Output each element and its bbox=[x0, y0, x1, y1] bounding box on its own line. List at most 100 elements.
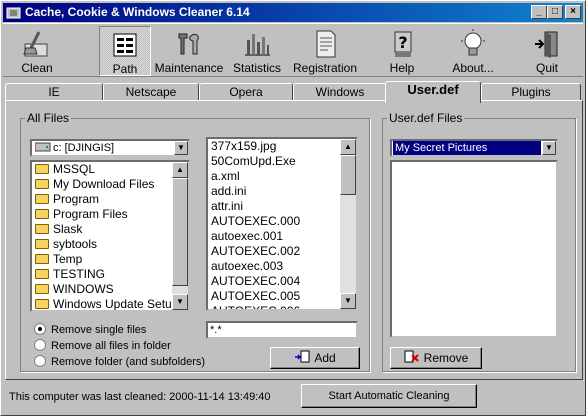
statistics-button[interactable]: Statistics bbox=[229, 26, 285, 76]
userdef-panel: All Files c: [DJINGIS] ▼ MSSQL My Downloa… bbox=[5, 100, 583, 380]
scroll-down-icon[interactable]: ▼ bbox=[172, 294, 188, 310]
window-title: Cache, Cookie & Windows Cleaner 6.14 bbox=[25, 5, 250, 19]
scroll-up-icon[interactable]: ▲ bbox=[340, 139, 356, 155]
file-scrollbar[interactable]: ▲ ▼ bbox=[340, 139, 356, 309]
minimize-button[interactable]: _ bbox=[531, 5, 547, 19]
help-button[interactable]: ? Help bbox=[377, 26, 427, 76]
radio-icon[interactable] bbox=[34, 339, 46, 351]
folder-icon bbox=[35, 224, 49, 234]
path-label: Path bbox=[112, 62, 138, 76]
userdef-select[interactable]: My Secret Pictures ▼ bbox=[390, 139, 558, 157]
userdef-selected: My Secret Pictures bbox=[393, 141, 541, 155]
about-button[interactable]: About... bbox=[443, 26, 503, 76]
scroll-up-icon[interactable]: ▲ bbox=[172, 162, 188, 178]
maximize-button[interactable]: □ bbox=[547, 5, 563, 19]
folder-icon bbox=[35, 299, 49, 309]
bar-chart-icon bbox=[245, 34, 270, 56]
exit-door-icon bbox=[535, 31, 558, 58]
folder-icon bbox=[35, 209, 49, 219]
maintenance-label: Maintenance bbox=[154, 61, 224, 75]
option-label: Remove folder (and subfolders) bbox=[51, 356, 206, 368]
folder-list-item[interactable]: Temp bbox=[32, 252, 188, 267]
radio-icon[interactable] bbox=[34, 355, 46, 367]
tab-plugins[interactable]: Plugins bbox=[481, 83, 581, 101]
folder-list[interactable]: MSSQL My Download Files Program Program Fil… bbox=[30, 160, 190, 312]
file-list-item[interactable]: add.ini bbox=[208, 184, 356, 199]
file-list-item[interactable]: autoexec.003 bbox=[208, 259, 356, 274]
tab-ie[interactable]: IE bbox=[5, 83, 103, 101]
option-label: Remove all files in folder bbox=[51, 340, 171, 352]
folder-list-item[interactable]: Program bbox=[32, 192, 188, 207]
maintenance-button[interactable]: Maintenance bbox=[153, 26, 225, 76]
file-list[interactable]: 377x159.jpg 50ComUpd.Exe a.xml add.ini attr.… bbox=[206, 137, 358, 311]
folder-scrollbar[interactable]: ▲ ▼ bbox=[172, 162, 188, 310]
folder-name: TESTING bbox=[53, 267, 106, 281]
drive-icon bbox=[34, 142, 51, 152]
option-remove-all-in-folder[interactable]: Remove all files in folder bbox=[34, 339, 171, 354]
title-bar[interactable]: Cache, Cookie & Windows Cleaner 6.14 _ □… bbox=[3, 3, 583, 22]
chevron-down-icon[interactable]: ▼ bbox=[542, 141, 556, 155]
folder-name: Slask bbox=[53, 222, 83, 236]
folder-list-item[interactable]: Program Files bbox=[32, 207, 188, 222]
folder-list-item[interactable]: Windows Update Setup bbox=[32, 297, 188, 310]
userdef-files-title: User.def Files bbox=[387, 111, 465, 125]
path-grid-icon bbox=[113, 33, 137, 57]
tools-icon bbox=[178, 33, 199, 55]
file-list-item[interactable]: AUTOEXEC.004 bbox=[208, 274, 356, 289]
remove-button[interactable]: Remove bbox=[390, 347, 482, 369]
folder-list-item[interactable]: WINDOWS bbox=[32, 282, 188, 297]
option-remove-single[interactable]: Remove single files bbox=[34, 323, 146, 338]
drive-value: c: [DJINGIS] bbox=[34, 142, 114, 154]
radio-icon[interactable] bbox=[34, 323, 46, 335]
folder-list-item[interactable]: TESTING bbox=[32, 267, 188, 282]
option-remove-folder[interactable]: Remove folder (and subfolders) bbox=[34, 355, 205, 370]
file-list-item[interactable]: attr.ini bbox=[208, 199, 356, 214]
file-list-item[interactable]: AUTOEXEC.000 bbox=[208, 214, 356, 229]
drive-select[interactable]: c: [DJINGIS] ▼ bbox=[30, 139, 190, 157]
userdef-file-list[interactable] bbox=[390, 160, 558, 338]
remove-label: Remove bbox=[423, 351, 469, 365]
tab-netscape[interactable]: Netscape bbox=[103, 83, 199, 101]
folder-name: My Download Files bbox=[53, 177, 155, 191]
quit-button[interactable]: Quit bbox=[521, 26, 573, 76]
file-list-item[interactable]: AUTOEXEC.006 bbox=[208, 304, 356, 309]
status-bar: This computer was last cleaned: 2000-11-… bbox=[5, 384, 583, 408]
folder-list-item[interactable]: MSSQL bbox=[32, 162, 188, 177]
registration-label: Registration bbox=[292, 61, 358, 75]
file-list-item[interactable]: 50ComUpd.Exe bbox=[208, 154, 356, 169]
tab-opera[interactable]: Opera bbox=[199, 83, 293, 101]
chevron-down-icon[interactable]: ▼ bbox=[174, 141, 188, 155]
broom-icon bbox=[23, 31, 48, 57]
file-list-item[interactable]: autoexec.001 bbox=[208, 229, 356, 244]
folder-name: sybtools bbox=[53, 237, 98, 251]
folder-icon bbox=[35, 254, 49, 264]
lightbulb-icon bbox=[461, 29, 485, 56]
clean-button[interactable]: Clean bbox=[9, 26, 65, 76]
tab-windows[interactable]: Windows bbox=[293, 83, 387, 101]
path-button[interactable]: Path bbox=[99, 26, 151, 76]
start-automatic-cleaning-button[interactable]: Start Automatic Cleaning bbox=[301, 384, 477, 408]
folder-name: MSSQL bbox=[53, 162, 96, 176]
file-list-item[interactable]: a.xml bbox=[208, 169, 356, 184]
scroll-thumb[interactable] bbox=[172, 178, 188, 286]
file-list-item[interactable]: AUTOEXEC.005 bbox=[208, 289, 356, 304]
scroll-thumb[interactable] bbox=[340, 155, 356, 195]
remove-file-icon bbox=[404, 350, 419, 363]
file-list-item[interactable]: AUTOEXEC.002 bbox=[208, 244, 356, 259]
folder-list-item[interactable]: sybtools bbox=[32, 237, 188, 252]
folder-list-item[interactable]: My Download Files bbox=[32, 177, 188, 192]
folder-icon bbox=[35, 284, 49, 294]
registration-button[interactable]: Registration bbox=[291, 26, 359, 76]
scroll-down-icon[interactable]: ▼ bbox=[340, 293, 356, 309]
file-list-item[interactable]: 377x159.jpg bbox=[208, 139, 356, 154]
folder-list-item[interactable]: Slask bbox=[32, 222, 188, 237]
folder-icon bbox=[35, 179, 49, 189]
tab-userdef[interactable]: User.def bbox=[385, 81, 481, 103]
statistics-label: Statistics bbox=[232, 61, 281, 75]
close-button[interactable]: × bbox=[565, 5, 581, 19]
document-icon bbox=[316, 30, 336, 58]
filter-input[interactable]: *.* bbox=[206, 321, 358, 339]
add-button[interactable]: Add bbox=[270, 347, 360, 369]
help-label: Help bbox=[389, 61, 415, 75]
folder-icon bbox=[35, 194, 49, 204]
